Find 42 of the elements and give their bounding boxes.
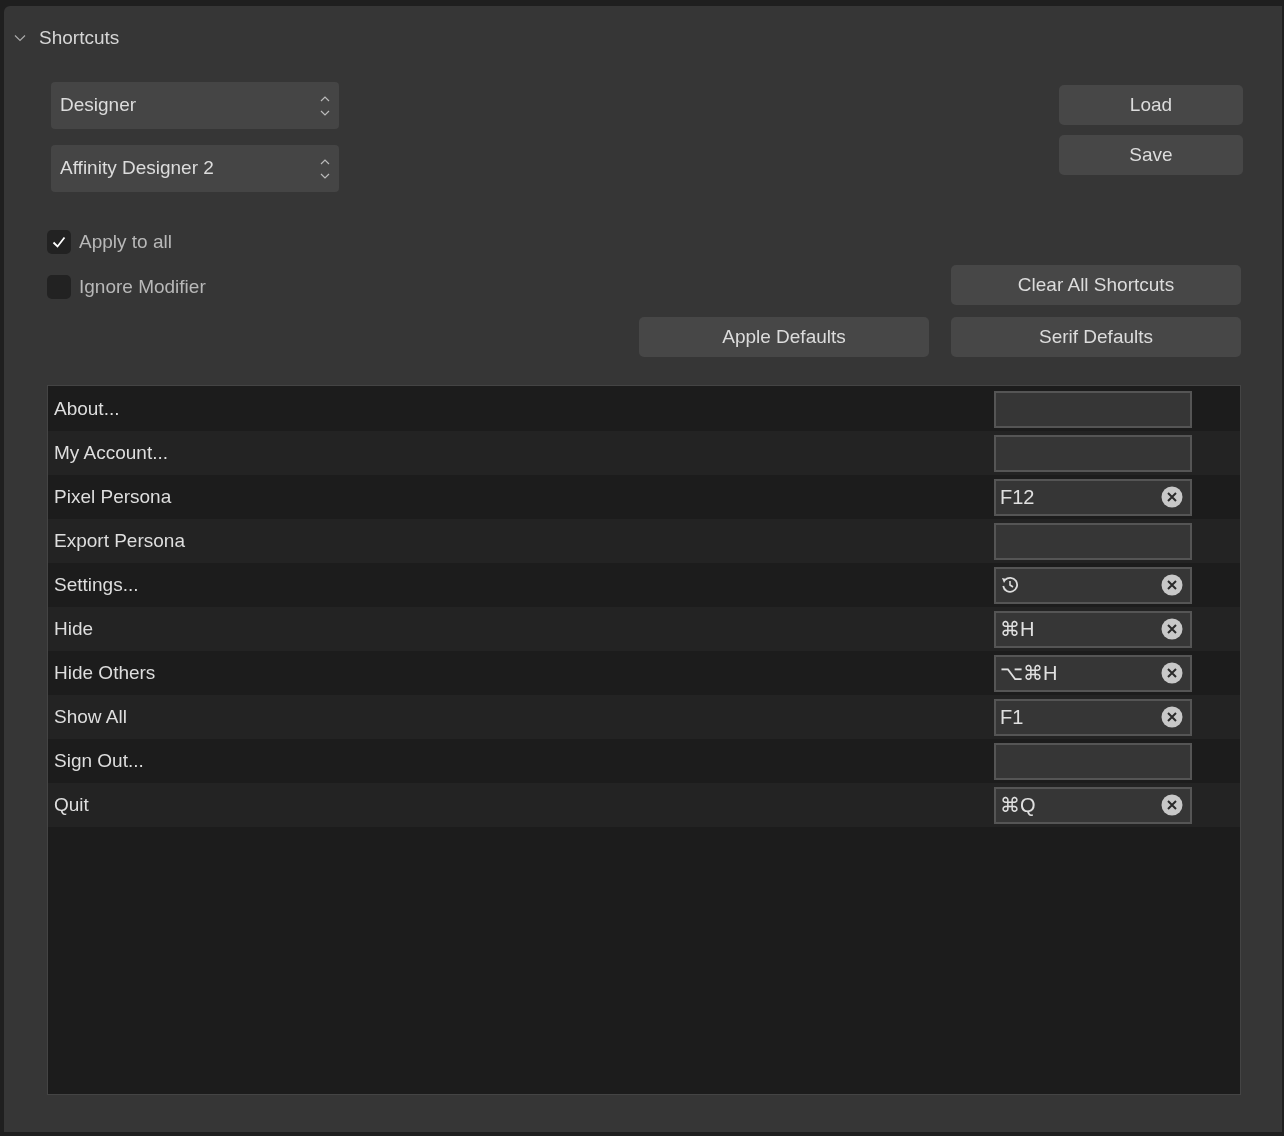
checkbox[interactable]	[47, 230, 71, 255]
clear-icon[interactable]	[1161, 662, 1183, 684]
shortcut-field[interactable]	[994, 390, 1192, 428]
command-label: Export Persona	[54, 528, 186, 553]
section-title: Shortcuts	[39, 25, 120, 50]
clear-all-shortcuts-button[interactable]: Clear All Shortcuts	[951, 265, 1241, 305]
reset-icon	[1000, 575, 1020, 595]
command-label: Pixel Persona	[54, 484, 173, 509]
checkmark-icon	[52, 235, 66, 250]
command-label: About...	[54, 396, 121, 421]
command-label: Sign Out...	[54, 748, 145, 773]
command-label: Hide	[54, 616, 95, 641]
checkbox-label: Ignore Modifier	[79, 274, 206, 299]
shortcut-field[interactable]: ⌘H	[994, 610, 1192, 648]
clear-icon[interactable]	[1161, 706, 1183, 728]
shortcut-field[interactable]	[994, 566, 1192, 604]
dropdown[interactable]: Affinity Designer 2	[51, 145, 339, 192]
shortcut-field[interactable]	[994, 522, 1192, 560]
chevron-icon[interactable]	[14, 32, 26, 44]
command-label: My Account...	[54, 440, 170, 465]
command-label: Show All	[54, 704, 128, 729]
clear-icon[interactable]	[1161, 794, 1183, 816]
dropdown[interactable]: Designer	[51, 82, 339, 129]
stepper-icon	[320, 94, 330, 117]
checkbox-label: Apply to all	[79, 230, 172, 254]
file-button[interactable]: Save	[1059, 135, 1243, 175]
clear-icon[interactable]	[1161, 618, 1183, 640]
command-label: Settings...	[54, 572, 140, 597]
shortcut-field[interactable]: ⌘Q	[994, 786, 1192, 824]
shortcut-field[interactable]	[994, 434, 1192, 472]
shortcut-field[interactable]: ⌥⌘H	[994, 654, 1192, 692]
shortcut-field[interactable]: F1	[994, 698, 1192, 736]
clear-icon[interactable]	[1161, 486, 1183, 508]
clear-icon[interactable]	[1161, 574, 1183, 596]
defaults-button[interactable]: Apple Defaults	[639, 317, 929, 357]
shortcut-field[interactable]	[994, 742, 1192, 780]
defaults-button[interactable]: Serif Defaults	[951, 317, 1241, 357]
command-label: Hide Others	[54, 660, 157, 685]
command-label: Quit	[54, 792, 90, 817]
shortcut-field[interactable]: F12	[994, 478, 1192, 516]
file-button[interactable]: Load	[1059, 85, 1243, 125]
stepper-icon	[320, 157, 330, 180]
